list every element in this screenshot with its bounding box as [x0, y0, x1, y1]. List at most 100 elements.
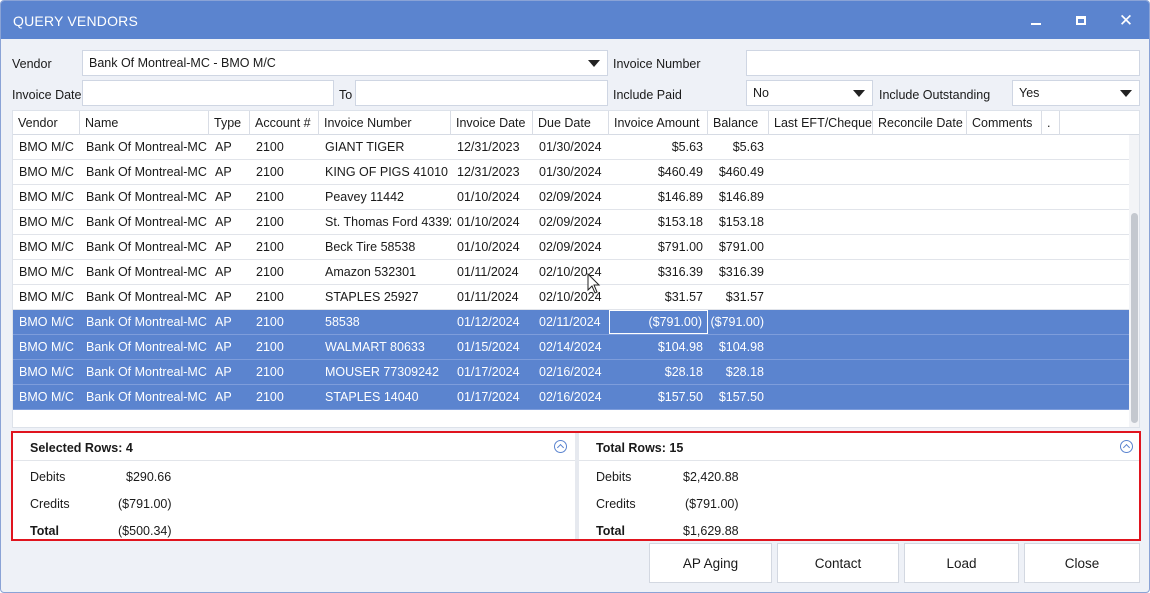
cell-amount[interactable]: $146.89	[609, 185, 708, 209]
column-header[interactable]: Comments	[967, 111, 1042, 135]
cell-invoice-date[interactable]: 01/10/2024	[451, 210, 533, 234]
cell-balance[interactable]: $104.98	[708, 335, 769, 359]
include-paid-select[interactable]: No	[746, 80, 873, 106]
cell-account[interactable]: 2100	[250, 235, 319, 259]
table-row[interactable]: BMO M/C Bank Of Montreal-MC AP 2100 GIANT TI…	[13, 135, 1129, 160]
cell-account[interactable]: 2100	[250, 360, 319, 384]
cell-name[interactable]: Bank Of Montreal-MC	[80, 335, 209, 359]
cell-invoice-date[interactable]: 12/31/2023	[451, 135, 533, 159]
cell-balance[interactable]: $157.50	[708, 385, 769, 409]
include-outstanding-select[interactable]: Yes	[1012, 80, 1140, 106]
cell-type[interactable]: AP	[209, 210, 250, 234]
cell-invoice-number[interactable]: KING OF PIGS 41010	[319, 160, 451, 184]
column-header[interactable]: Invoice Number	[319, 111, 451, 135]
cell-due-date[interactable]: 02/16/2024	[533, 360, 609, 384]
cell-account[interactable]: 2100	[250, 335, 319, 359]
cell-type[interactable]: AP	[209, 135, 250, 159]
minimize-button[interactable]	[1013, 1, 1059, 39]
collapse-icon[interactable]	[1120, 440, 1133, 453]
cell-due-date[interactable]: 01/30/2024	[533, 160, 609, 184]
contact-button[interactable]: Contact	[777, 543, 899, 583]
cell-name[interactable]: Bank Of Montreal-MC	[80, 285, 209, 309]
cell-amount[interactable]: $460.49	[609, 160, 708, 184]
cell-account[interactable]: 2100	[250, 160, 319, 184]
cell-invoice-number[interactable]: St. Thomas Ford 43392	[319, 210, 451, 234]
cell-name[interactable]: Bank Of Montreal-MC	[80, 235, 209, 259]
cell-invoice-number[interactable]: GIANT TIGER	[319, 135, 451, 159]
cell-name[interactable]: Bank Of Montreal-MC	[80, 360, 209, 384]
cell-balance[interactable]: $791.00	[708, 235, 769, 259]
column-header[interactable]: Name	[80, 111, 209, 135]
cell-invoice-number[interactable]: 58538	[319, 310, 451, 334]
cell-vendor[interactable]: BMO M/C	[13, 285, 80, 309]
cell-invoice-date[interactable]: 01/17/2024	[451, 385, 533, 409]
cell-amount[interactable]: $28.18	[609, 360, 708, 384]
cell-type[interactable]: AP	[209, 285, 250, 309]
cell-name[interactable]: Bank Of Montreal-MC	[80, 160, 209, 184]
column-header[interactable]: Account #	[250, 111, 319, 135]
cell-type[interactable]: AP	[209, 385, 250, 409]
cell-type[interactable]: AP	[209, 360, 250, 384]
cell-account[interactable]: 2100	[250, 185, 319, 209]
column-header[interactable]: .	[1042, 111, 1060, 135]
cell-account[interactable]: 2100	[250, 210, 319, 234]
vendor-select[interactable]: Bank Of Montreal-MC - BMO M/C	[82, 50, 608, 76]
cell-invoice-number[interactable]: WALMART 80633	[319, 335, 451, 359]
table-row[interactable]: BMO M/C Bank Of Montreal-MC AP 2100 Amazon 5…	[13, 260, 1129, 285]
cell-invoice-number[interactable]: Peavey 11442	[319, 185, 451, 209]
table-row[interactable]: BMO M/C Bank Of Montreal-MC AP 2100 St. Thom…	[13, 210, 1129, 235]
cell-due-date[interactable]: 02/09/2024	[533, 185, 609, 209]
cell-due-date[interactable]: 01/30/2024	[533, 135, 609, 159]
cell-vendor[interactable]: BMO M/C	[13, 210, 80, 234]
cell-name[interactable]: Bank Of Montreal-MC	[80, 385, 209, 409]
invoice-grid[interactable]: Vendor Name Type Account # Invoice Number Inv…	[12, 110, 1140, 428]
cell-due-date[interactable]: 02/14/2024	[533, 335, 609, 359]
cell-amount[interactable]: $5.63	[609, 135, 708, 159]
column-header[interactable]: Vendor	[13, 111, 80, 135]
cell-due-date[interactable]: 02/16/2024	[533, 385, 609, 409]
cell-vendor[interactable]: BMO M/C	[13, 135, 80, 159]
cell-vendor[interactable]: BMO M/C	[13, 385, 80, 409]
cell-invoice-date[interactable]: 01/10/2024	[451, 185, 533, 209]
cell-vendor[interactable]: BMO M/C	[13, 260, 80, 284]
table-row[interactable]: BMO M/C Bank Of Montreal-MC AP 2100 STAPLES …	[13, 385, 1129, 410]
table-row[interactable]: BMO M/C Bank Of Montreal-MC AP 2100 Beck Tir…	[13, 235, 1129, 260]
cell-invoice-date[interactable]: 01/11/2024	[451, 285, 533, 309]
close-button[interactable]: Close	[1024, 543, 1140, 583]
cell-type[interactable]: AP	[209, 235, 250, 259]
cell-account[interactable]: 2100	[250, 135, 319, 159]
cell-balance[interactable]: $316.39	[708, 260, 769, 284]
cell-amount[interactable]: $157.50	[609, 385, 708, 409]
cell-type[interactable]: AP	[209, 160, 250, 184]
column-header[interactable]: Invoice Date	[451, 111, 533, 135]
cell-type[interactable]: AP	[209, 260, 250, 284]
title-bar[interactable]: QUERY VENDORS ✕	[1, 1, 1149, 39]
column-header[interactable]: Balance	[708, 111, 769, 135]
cell-balance[interactable]: $146.89	[708, 185, 769, 209]
cell-balance[interactable]: $153.18	[708, 210, 769, 234]
ap-aging-button[interactable]: AP Aging	[649, 543, 772, 583]
table-row[interactable]: BMO M/C Bank Of Montreal-MC AP 2100 KING OF …	[13, 160, 1129, 185]
cell-balance[interactable]: ($791.00)	[708, 310, 769, 334]
column-header[interactable]: Reconcile Date	[873, 111, 967, 135]
cell-balance[interactable]: $28.18	[708, 360, 769, 384]
cell-type[interactable]: AP	[209, 335, 250, 359]
table-row[interactable]: BMO M/C Bank Of Montreal-MC AP 2100 STAPLES …	[13, 285, 1129, 310]
invoice-number-input[interactable]	[746, 50, 1140, 76]
cell-name[interactable]: Bank Of Montreal-MC	[80, 210, 209, 234]
cell-balance[interactable]: $5.63	[708, 135, 769, 159]
cell-vendor[interactable]: BMO M/C	[13, 185, 80, 209]
table-row[interactable]: BMO M/C Bank Of Montreal-MC AP 2100 58538 01/…	[13, 310, 1129, 335]
cell-account[interactable]: 2100	[250, 310, 319, 334]
cell-name[interactable]: Bank Of Montreal-MC	[80, 260, 209, 284]
cell-vendor[interactable]: BMO M/C	[13, 335, 80, 359]
cell-account[interactable]: 2100	[250, 385, 319, 409]
cell-invoice-date[interactable]: 01/10/2024	[451, 235, 533, 259]
cell-name[interactable]: Bank Of Montreal-MC	[80, 185, 209, 209]
cell-amount[interactable]: $153.18	[609, 210, 708, 234]
invoice-date-to-input[interactable]	[355, 80, 608, 106]
load-button[interactable]: Load	[904, 543, 1019, 583]
cell-type[interactable]: AP	[209, 310, 250, 334]
cell-name[interactable]: Bank Of Montreal-MC	[80, 135, 209, 159]
column-header[interactable]: Invoice Amount	[609, 111, 708, 135]
